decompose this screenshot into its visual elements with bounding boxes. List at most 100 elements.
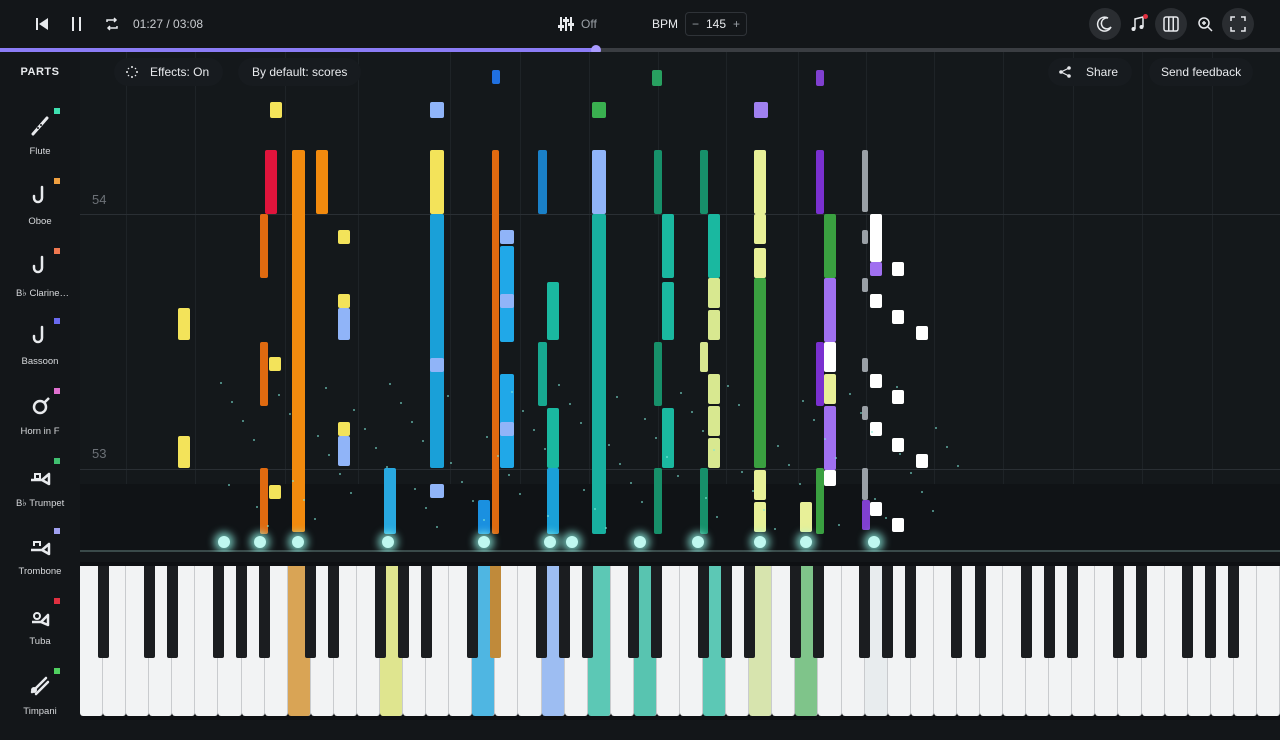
skip-back-icon <box>36 18 48 30</box>
part-horn[interactable]: Horn in F <box>0 388 80 460</box>
note-bar <box>338 230 350 244</box>
black-key[interactable] <box>1112 566 1124 658</box>
black-key[interactable] <box>559 566 571 658</box>
piano-roll: 54 53 Effects: On By default: scores Sha… <box>80 52 1280 552</box>
black-key[interactable] <box>420 566 432 658</box>
part-label: Trombone <box>18 566 62 577</box>
black-key[interactable] <box>236 566 248 658</box>
black-key[interactable] <box>882 566 894 658</box>
note-bar <box>430 358 444 372</box>
part-bassoon[interactable]: Bassoon <box>0 318 80 390</box>
fullscreen-icon <box>1230 16 1246 32</box>
share-button[interactable]: Share <box>1048 58 1133 86</box>
part-color-dot <box>54 318 60 324</box>
black-key[interactable] <box>305 566 317 658</box>
part-tuba[interactable]: Tuba <box>0 598 80 670</box>
black-key[interactable] <box>697 566 709 658</box>
black-key[interactable] <box>1182 566 1194 658</box>
notation-button[interactable] <box>1122 8 1154 40</box>
black-key[interactable] <box>1043 566 1055 658</box>
dark-mode-button[interactable] <box>1089 8 1121 40</box>
part-trumpet[interactable]: B♭ Trumpet <box>0 458 80 530</box>
particle <box>547 515 549 517</box>
part-flute[interactable]: Flute <box>0 108 80 180</box>
black-key[interactable] <box>859 566 871 658</box>
grid-line <box>1212 52 1213 552</box>
particle <box>946 446 948 448</box>
spark-effect <box>634 536 646 548</box>
particle <box>447 395 449 397</box>
keyboard-view-button[interactable] <box>1155 8 1187 40</box>
black-key[interactable] <box>789 566 801 658</box>
black-key[interactable] <box>536 566 548 658</box>
effects-toggle[interactable]: Effects: On <box>114 58 224 86</box>
black-key[interactable] <box>1066 566 1078 658</box>
black-key[interactable] <box>628 566 640 658</box>
black-key[interactable] <box>259 566 271 658</box>
loop-button[interactable] <box>102 14 122 34</box>
black-key[interactable] <box>374 566 386 658</box>
black-key[interactable] <box>143 566 155 658</box>
bpm-value[interactable]: 145 <box>706 17 726 31</box>
note-bar <box>338 422 350 436</box>
spark-effect <box>382 536 394 548</box>
bpm-stepper[interactable]: − 145 + <box>685 12 747 36</box>
part-oboe[interactable]: Oboe <box>0 178 80 250</box>
note-bar <box>754 470 766 500</box>
particle <box>849 393 851 395</box>
white-key[interactable] <box>1256 566 1280 716</box>
skip-back-button[interactable] <box>32 14 52 34</box>
black-key[interactable] <box>212 566 224 658</box>
note-bar <box>652 70 662 86</box>
particle <box>896 386 898 388</box>
fullscreen-button[interactable] <box>1222 8 1254 40</box>
default-view-selector[interactable]: By default: scores <box>238 58 362 86</box>
part-trombone[interactable]: Trombone <box>0 528 80 600</box>
send-feedback-button[interactable]: Send feedback <box>1149 58 1254 86</box>
part-timpani[interactable]: Timpani <box>0 668 80 740</box>
black-key[interactable] <box>1020 566 1032 658</box>
part-color-dot <box>54 388 60 394</box>
measure-number: 53 <box>92 446 107 461</box>
particle <box>253 439 255 441</box>
note-bar <box>754 102 768 118</box>
black-key[interactable] <box>489 566 501 658</box>
particle <box>871 431 873 433</box>
black-key[interactable] <box>743 566 755 658</box>
note-bar <box>824 278 836 342</box>
part-clarinet[interactable]: B♭ Clarine… <box>0 248 80 320</box>
spark-effect <box>566 536 578 548</box>
particle <box>303 499 305 501</box>
black-key[interactable] <box>812 566 824 658</box>
black-key[interactable] <box>466 566 478 658</box>
zoom-button[interactable] <box>1189 8 1221 40</box>
particle <box>619 463 621 465</box>
pause-button[interactable] <box>67 14 87 34</box>
piano-keyboard[interactable] <box>80 562 1280 720</box>
black-key[interactable] <box>651 566 663 658</box>
particle <box>774 528 776 530</box>
black-key[interactable] <box>328 566 340 658</box>
black-key[interactable] <box>1228 566 1240 658</box>
note-bar <box>492 150 499 534</box>
bpm-increment-button[interactable]: + <box>733 17 740 31</box>
note-bar <box>592 150 606 214</box>
black-key[interactable] <box>97 566 109 658</box>
black-key[interactable] <box>1205 566 1217 658</box>
black-key[interactable] <box>582 566 594 658</box>
note-bar <box>384 468 396 534</box>
part-label: Timpani <box>23 706 57 717</box>
black-key[interactable] <box>905 566 917 658</box>
black-key[interactable] <box>951 566 963 658</box>
particle <box>727 385 729 387</box>
black-key[interactable] <box>974 566 986 658</box>
black-key[interactable] <box>166 566 178 658</box>
saxophone-icon <box>32 325 44 344</box>
bpm-decrement-button[interactable]: − <box>692 17 699 31</box>
black-key[interactable] <box>1136 566 1148 658</box>
particle <box>935 427 937 429</box>
black-key[interactable] <box>720 566 732 658</box>
black-key[interactable] <box>397 566 409 658</box>
mixer-button[interactable] <box>556 14 576 34</box>
note-bar <box>824 214 836 278</box>
